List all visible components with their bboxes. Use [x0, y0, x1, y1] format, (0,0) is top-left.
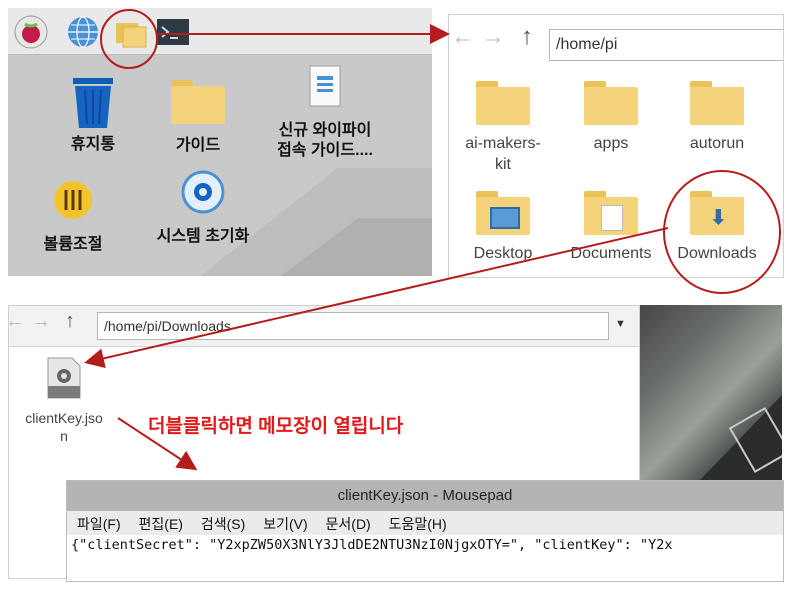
arrows-overlay [84, 24, 669, 471]
arrow-to-downloads [84, 227, 669, 369]
arrow-to-mousepad [117, 417, 198, 471]
